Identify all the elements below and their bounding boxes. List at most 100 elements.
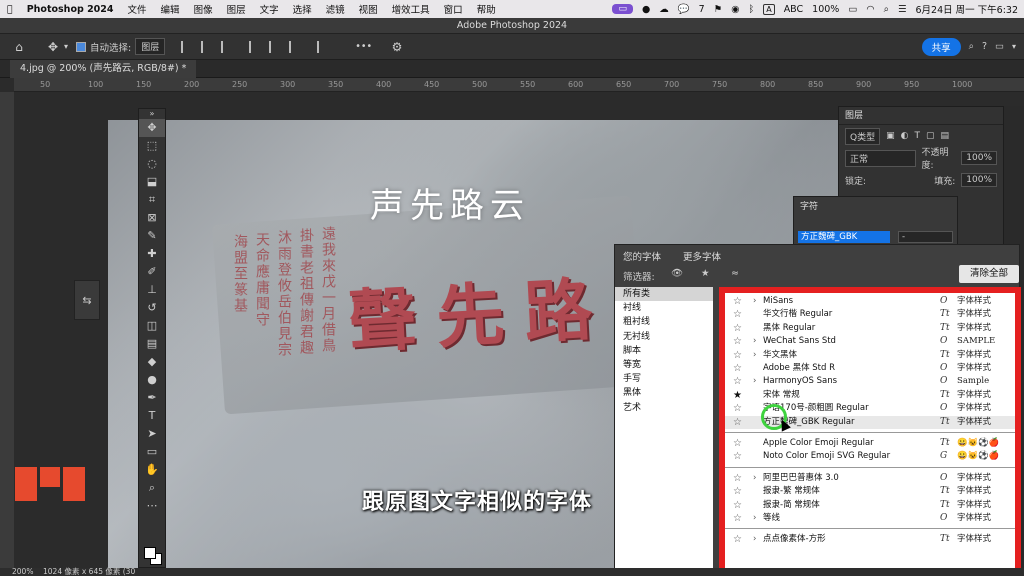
category-item[interactable]: 无衬线 xyxy=(615,330,713,344)
blend-mode-select[interactable]: 正常 xyxy=(845,149,916,167)
similar-filter-icon[interactable]: ≈ xyxy=(731,268,739,279)
healing-brush-icon[interactable]: ✚ xyxy=(139,245,165,263)
auto-select-checkbox[interactable] xyxy=(76,41,87,52)
font-list-item[interactable]: ☆ › 华文黑体 Tt 字体样式 xyxy=(725,349,1015,362)
layer-kind-filter[interactable]: Q类型 xyxy=(845,127,881,145)
star-icon[interactable]: ☆ xyxy=(733,362,742,375)
chevron-right-icon[interactable]: › xyxy=(753,349,756,362)
font-list-item[interactable]: ☆ 报隶-繁 常规体 Tt 字体样式 xyxy=(725,485,1015,498)
cloud-icon[interactable]: ☁ xyxy=(659,4,669,15)
star-icon[interactable]: ☆ xyxy=(733,472,742,485)
crop-tool-icon[interactable]: ⌗ xyxy=(139,191,165,209)
menu-file[interactable]: 文件 xyxy=(121,2,154,16)
pen-tool-icon[interactable]: ✒ xyxy=(139,389,165,407)
screen-record-icon[interactable]: ▭ xyxy=(612,4,633,14)
font-list-item[interactable]: ☆ Apple Color Emoji Regular Tt 😀😺⚽🍎 xyxy=(725,437,1015,450)
chevron-down-icon[interactable]: ▾ xyxy=(1012,42,1016,51)
marquee-tool-icon[interactable]: ⬚ xyxy=(139,137,165,155)
frame-tool-icon[interactable]: ⊠ xyxy=(139,209,165,227)
star-icon[interactable]: ☆ xyxy=(733,308,742,321)
align-top-icon[interactable] xyxy=(249,40,263,53)
tab-more-fonts[interactable]: 更多字体 xyxy=(683,249,721,263)
font-list-item[interactable]: ☆ › MiSans O 字体样式 xyxy=(725,295,1015,308)
chevron-right-icon[interactable]: › xyxy=(753,533,756,546)
toolbar-collapse-icon[interactable]: » xyxy=(139,109,165,119)
category-item[interactable]: 衬线 xyxy=(615,301,713,315)
filter-pixel-icon[interactable]: ▣ xyxy=(886,131,895,141)
gear-icon[interactable]: ⚙ xyxy=(386,40,408,54)
tab-your-fonts[interactable]: 您的字体 xyxy=(623,249,661,263)
filter-shape-icon[interactable]: ▢ xyxy=(926,131,935,141)
star-icon[interactable]: ☆ xyxy=(733,499,742,512)
category-item[interactable]: 所有类 xyxy=(615,287,713,302)
zoom-level[interactable]: 200% xyxy=(12,567,33,576)
dodge-tool-icon[interactable]: ● xyxy=(139,371,165,389)
star-icon[interactable]: ☆ xyxy=(733,349,742,362)
stamp-tool-icon[interactable]: ⊥ xyxy=(139,281,165,299)
category-item[interactable]: 黑体 xyxy=(615,386,713,400)
clock[interactable]: 6月24日 周一 下午6:32 xyxy=(915,2,1018,16)
battery-icon[interactable]: ▭ xyxy=(848,4,857,15)
hand-tool-icon[interactable]: ✋ xyxy=(139,461,165,479)
menu-help[interactable]: 帮助 xyxy=(470,2,503,16)
move-tool-icon[interactable]: ✥ xyxy=(42,40,64,54)
cloud-filter-icon[interactable]: 👁 xyxy=(671,268,683,279)
character-panel-title[interactable]: 字符 xyxy=(794,197,957,217)
chevron-down-icon[interactable]: ▾ xyxy=(64,42,68,51)
font-list-item[interactable]: ☆ › 点点像素体-方形 Tt 字体样式 xyxy=(725,533,1015,546)
clear-all-button[interactable]: 清除全部 xyxy=(959,265,1019,283)
menu-image[interactable]: 图像 xyxy=(187,2,220,16)
star-icon[interactable]: ☆ xyxy=(733,485,742,498)
history-brush-icon[interactable]: ↺ xyxy=(139,299,165,317)
font-list-item[interactable]: ★ 宋体 常规 Tt 字体样式 xyxy=(725,389,1015,402)
filter-adjust-icon[interactable]: ◐ xyxy=(901,131,909,141)
collapsed-panel-icon[interactable]: ⇆ xyxy=(74,280,100,320)
zoom-tool-icon[interactable]: ⌕ xyxy=(139,479,165,497)
shape-tool-icon[interactable]: ▭ xyxy=(139,443,165,461)
flag-icon[interactable]: ⚑ xyxy=(714,4,723,15)
star-icon[interactable]: ☆ xyxy=(733,416,742,429)
filter-type-icon[interactable]: T xyxy=(914,131,920,141)
font-list-item[interactable]: ☆ › 等线 O 字体样式 xyxy=(725,512,1015,525)
chevron-right-icon[interactable]: › xyxy=(753,472,756,485)
blur-tool-icon[interactable]: ◆ xyxy=(139,353,165,371)
filter-smart-icon[interactable]: ▤ xyxy=(940,131,949,141)
menu-view[interactable]: 视图 xyxy=(352,2,385,16)
font-family-input[interactable]: 方正魏碑_GBK xyxy=(798,231,890,243)
font-list-item[interactable]: ☆ › 阿里巴巴普惠体 3.0 O 字体样式 xyxy=(725,472,1015,485)
chevron-right-icon[interactable]: › xyxy=(753,512,756,525)
star-filled-icon[interactable]: ★ xyxy=(733,389,742,402)
control-center-icon[interactable]: ☰ xyxy=(898,4,907,15)
menu-edit[interactable]: 编辑 xyxy=(154,2,187,16)
share-button[interactable]: 共享 xyxy=(921,37,961,56)
align-middle-icon[interactable] xyxy=(269,40,283,53)
star-icon[interactable]: ☆ xyxy=(733,295,742,308)
type-tool-icon[interactable]: T xyxy=(139,407,165,425)
opacity-input[interactable]: 100% xyxy=(961,151,997,165)
menu-window[interactable]: 窗口 xyxy=(437,2,470,16)
eraser-icon[interactable]: ◫ xyxy=(139,317,165,335)
star-icon[interactable]: ☆ xyxy=(733,450,742,463)
more-tools-icon[interactable]: ⋯ xyxy=(139,497,165,515)
star-icon[interactable]: ☆ xyxy=(733,533,742,546)
category-item[interactable]: 粗衬线 xyxy=(615,315,713,329)
star-icon[interactable]: ☆ xyxy=(733,402,742,415)
layers-panel-title[interactable]: 图层 xyxy=(839,107,1003,125)
home-icon[interactable]: ⌂ xyxy=(8,40,30,54)
object-select-icon[interactable]: ⬓ xyxy=(139,173,165,191)
star-icon[interactable]: ☆ xyxy=(733,375,742,388)
foreground-color-swatch[interactable] xyxy=(144,547,156,559)
font-list-item[interactable]: ☆ 报隶-简 常规体 Tt 字体样式 xyxy=(725,499,1015,512)
font-list-item[interactable]: ☆ Adobe 黑体 Std R O 字体样式 xyxy=(725,362,1015,375)
toggle-icon[interactable]: ◉ xyxy=(731,4,739,15)
apple-icon[interactable]:  xyxy=(0,4,20,15)
font-list-item[interactable]: ☆ 华文行楷 Regular Tt 字体样式 xyxy=(725,308,1015,321)
workspace-icon[interactable]: ▭ xyxy=(995,41,1004,52)
category-item[interactable]: 等宽 xyxy=(615,358,713,372)
chevron-right-icon[interactable]: › xyxy=(753,335,756,348)
fill-input[interactable]: 100% xyxy=(961,173,997,187)
wechat-icon[interactable]: 💬 xyxy=(678,4,690,15)
star-filter-icon[interactable]: ★ xyxy=(701,268,710,279)
text-layer-title[interactable]: 声先路云 xyxy=(370,178,530,227)
eyedropper-icon[interactable]: ✎ xyxy=(139,227,165,245)
